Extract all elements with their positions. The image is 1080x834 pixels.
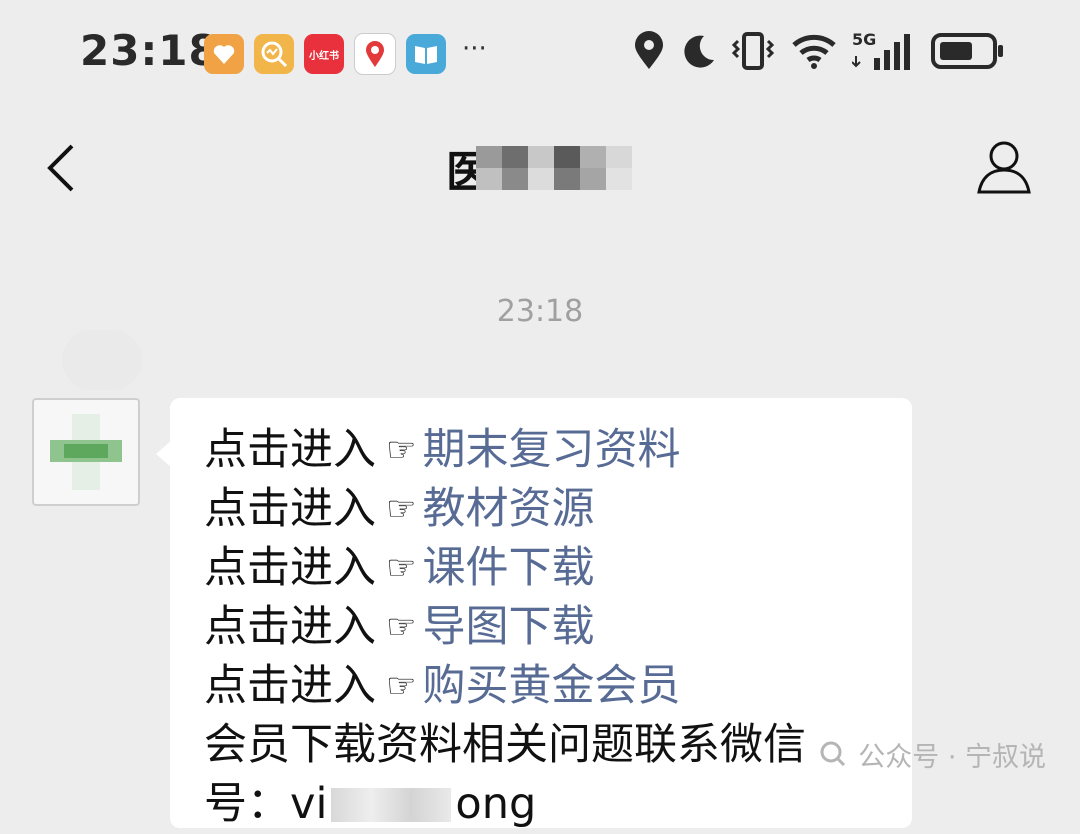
menu-line: 点击进入 ☞ 导图下载 <box>204 598 806 657</box>
notification-app-icons: 小红书 ··· <box>204 33 487 75</box>
xiaohongshu-icon: 小红书 <box>304 34 344 74</box>
back-button[interactable] <box>42 140 82 196</box>
line-prefix: 点击进入 <box>204 661 376 711</box>
profile-button[interactable] <box>976 138 1032 196</box>
medical-cross-icon <box>50 414 122 490</box>
title-mosaic <box>476 146 632 190</box>
pointing-hand-icon: ☞ <box>386 607 417 647</box>
book-icon <box>406 34 446 74</box>
menu-line: 点击进入 ☞ 购买黄金会员 <box>204 657 806 716</box>
status-bar: 23:18 小红书 ··· 5G <box>0 0 1080 110</box>
vibrate-icon <box>731 32 775 70</box>
pointing-hand-icon: ☞ <box>386 489 417 529</box>
pointing-hand-icon: ☞ <box>386 666 417 706</box>
menu-line: 点击进入 ☞ 课件下载 <box>204 539 806 598</box>
link-buy-gold-membership[interactable]: 购买黄金会员 <box>422 657 680 716</box>
contact-id-start: 号：vi <box>204 779 328 829</box>
watermark: 公众号 · 宁叔说 <box>818 735 1046 774</box>
contact-id-end: ong <box>455 779 537 829</box>
signal-5g-icon: 5G <box>852 30 916 72</box>
pointing-hand-icon: ☞ <box>386 548 417 588</box>
contact-id-mosaic <box>331 787 452 822</box>
pointing-hand-icon: ☞ <box>386 430 417 470</box>
message-timestamp: 23:18 <box>496 294 584 329</box>
person-icon <box>977 141 1031 194</box>
location-icon <box>635 31 663 69</box>
wifi-icon <box>792 34 836 69</box>
system-icons: 5G <box>632 30 1006 72</box>
menu-line: 点击进入 ☞ 教材资源 <box>204 480 806 539</box>
battery-icon <box>931 33 1003 69</box>
link-final-review[interactable]: 期末复习资料 <box>422 421 680 480</box>
avatar[interactable] <box>32 398 140 506</box>
menu-line: 点击进入 ☞ 期末复习资料 <box>204 421 806 480</box>
more-notifications: ··· <box>462 34 487 64</box>
moon-icon <box>684 35 714 68</box>
link-courseware-download[interactable]: 课件下载 <box>422 539 594 598</box>
contact-line: 会员下载资料相关问题联系微信 <box>204 716 806 775</box>
link-mindmap-download[interactable]: 导图下载 <box>422 598 594 657</box>
contact-text: 会员下载资料相关问题联系微信 <box>204 720 806 770</box>
chevron-left-icon <box>47 144 74 192</box>
chat-header: 医 <box>0 110 1080 228</box>
line-prefix: 点击进入 <box>204 484 376 534</box>
map-icon <box>354 33 396 75</box>
line-prefix: 点击进入 <box>204 543 376 593</box>
message-content: 点击进入 ☞ 期末复习资料 点击进入 ☞ 教材资源 点击进入 ☞ 课件下载 点击… <box>204 421 806 834</box>
line-prefix: 点击进入 <box>204 425 376 475</box>
status-time: 23:18 <box>80 26 219 75</box>
contact-id-line: 号：vi ong <box>204 775 806 834</box>
line-prefix: 点击进入 <box>204 602 376 652</box>
health-icon <box>204 34 244 74</box>
watermark-text: 公众号 · 宁叔说 <box>858 742 1046 773</box>
avatar-shadow <box>62 330 142 390</box>
find-icon <box>254 34 294 74</box>
chat-title: 医 <box>446 140 632 198</box>
wechat-official-icon <box>820 741 846 766</box>
link-textbook-resources[interactable]: 教材资源 <box>422 480 594 539</box>
